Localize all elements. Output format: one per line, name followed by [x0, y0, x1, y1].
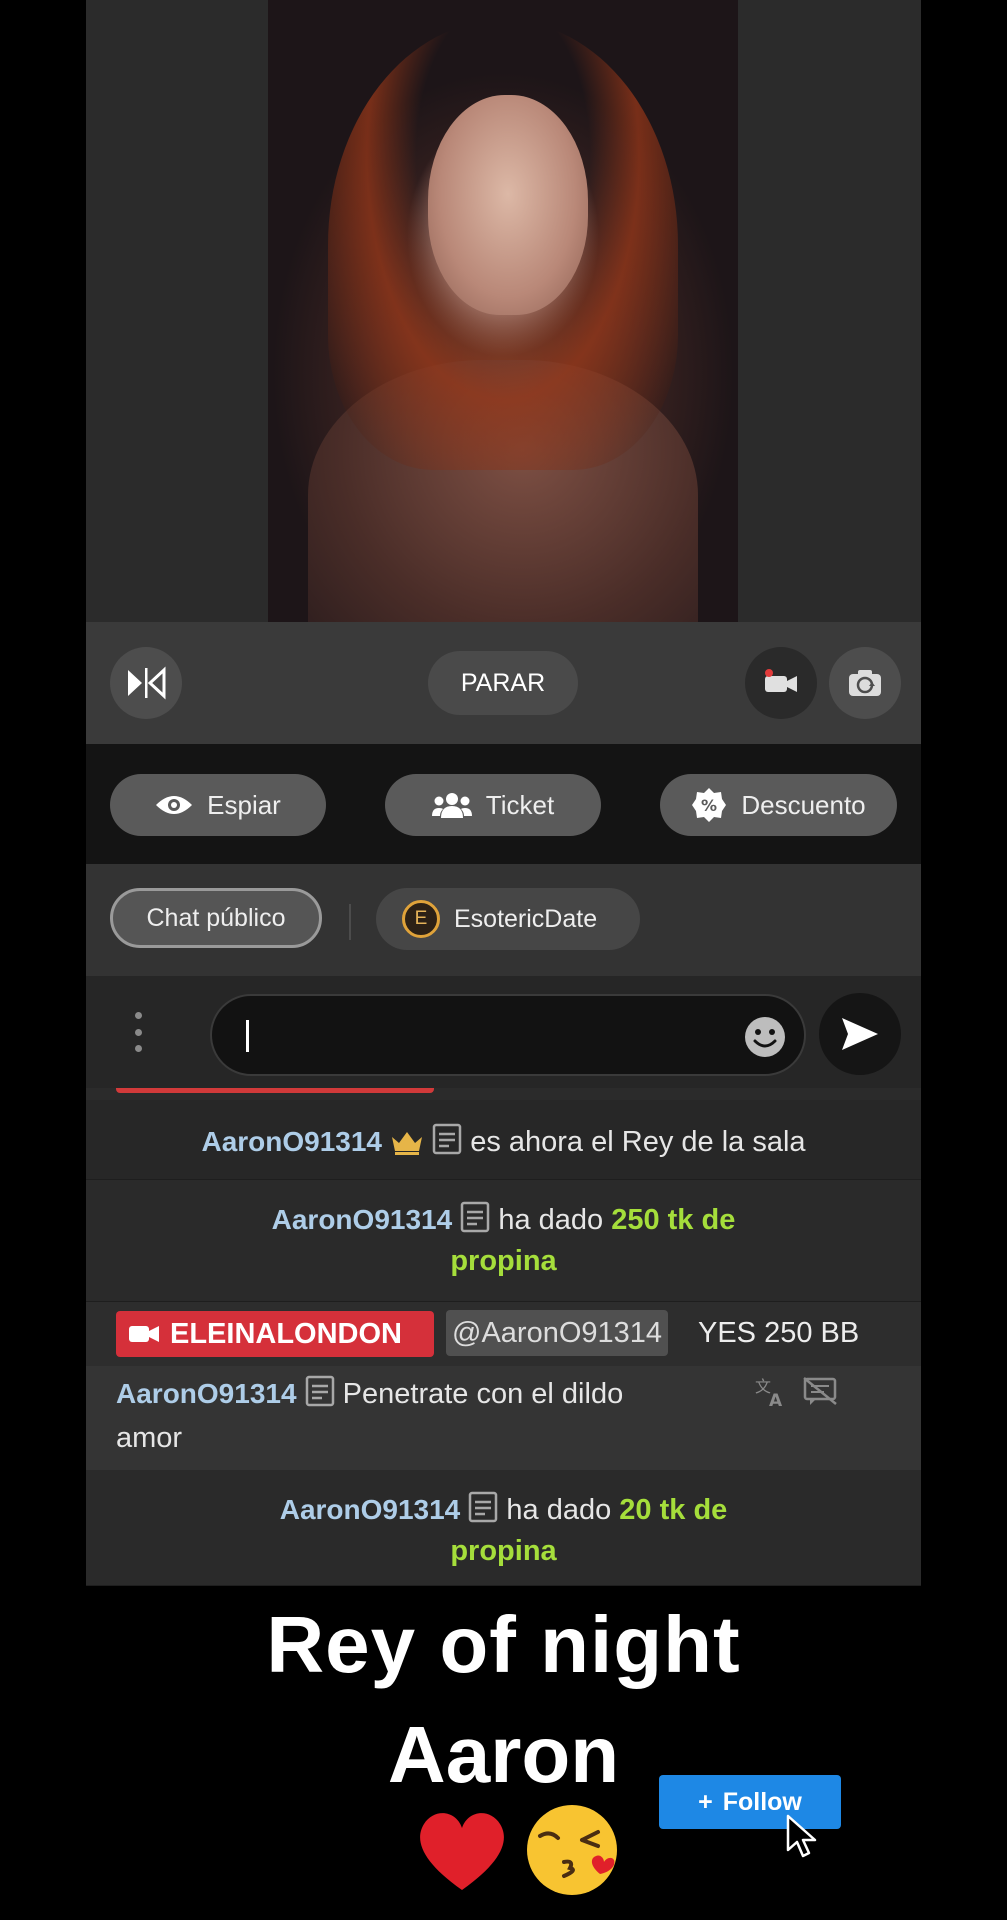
tab-divider: [349, 904, 351, 940]
camera-button[interactable]: [745, 647, 817, 719]
notes-icon[interactable]: [305, 1375, 335, 1407]
spy-label: Espiar: [207, 789, 281, 820]
heart-kiss-emoji-icon: [420, 1805, 617, 1895]
chat-tip-message: AaronO91314 ha dado 250 tk de propina: [86, 1180, 921, 1302]
chat-system-message: AaronO91314 es ahora el Rey de la sala: [86, 1100, 921, 1180]
eye-icon: [156, 796, 193, 814]
video-stream: [268, 0, 738, 622]
hide-chat-icon[interactable]: [802, 1376, 838, 1406]
spy-button[interactable]: Espiar: [110, 774, 326, 836]
chat-messages[interactable]: AaronO91314 es ahora el Rey de la sala A…: [86, 1088, 921, 1586]
caption-title: Rey of night: [266, 1600, 741, 1689]
chat-tabs: Chat público E EsotericDate: [86, 864, 921, 976]
previous-message-edge: [116, 1088, 434, 1093]
private-chat-label: EsotericDate: [454, 904, 598, 933]
video-area: [86, 0, 921, 622]
broadcast-controls: PARAR: [86, 622, 921, 744]
plus-icon: +: [698, 1787, 713, 1816]
tab-private-chat[interactable]: E EsotericDate: [376, 888, 640, 950]
model-name: ELEINALONDON: [170, 1317, 402, 1350]
notes-icon[interactable]: [432, 1123, 462, 1155]
video-camera-icon: [765, 669, 797, 692]
caption-subtitle: Aaron: [387, 1710, 620, 1799]
user-mention[interactable]: @AaronO91314: [446, 1310, 669, 1356]
stop-button[interactable]: PARAR: [428, 651, 578, 715]
group-icon: [431, 793, 472, 818]
svg-text:%: %: [701, 796, 717, 815]
chat-system-text: ha dado: [498, 1204, 604, 1236]
ticket-button[interactable]: Ticket: [385, 774, 601, 836]
tab-public-chat[interactable]: Chat público: [110, 888, 322, 948]
follow-label: Follow: [722, 1787, 802, 1816]
mirror-button[interactable]: [110, 647, 182, 719]
svg-text:A: A: [769, 1391, 783, 1408]
chat-message-text: YES 250 BB: [698, 1317, 860, 1349]
notes-icon[interactable]: [460, 1201, 490, 1233]
more-options-button[interactable]: [126, 1012, 150, 1052]
message-input[interactable]: [210, 994, 806, 1076]
chat-system-text: es ahora el Rey de la sala: [470, 1126, 806, 1158]
model-badge[interactable]: ELEINALONDON: [116, 1311, 434, 1357]
crown-icon: [392, 1132, 423, 1155]
text-caret: [246, 1020, 249, 1052]
mouse-cursor-icon: [786, 1814, 817, 1858]
chat-system-text: ha dado: [506, 1494, 612, 1526]
emoji-icon[interactable]: [744, 1016, 786, 1058]
discount-label: Descuento: [741, 789, 866, 820]
chat-username[interactable]: AaronO91314: [116, 1378, 297, 1409]
translate-icon[interactable]: 文 A: [754, 1376, 788, 1408]
camera-rotate-icon: [849, 670, 881, 696]
chat-username[interactable]: AaronO91314: [201, 1126, 382, 1157]
video-camera-icon: [129, 1326, 159, 1342]
send-button[interactable]: [819, 993, 901, 1075]
discount-badge-icon: %: [692, 788, 727, 822]
snapshot-button[interactable]: [829, 647, 901, 719]
chat-username[interactable]: AaronO91314: [272, 1204, 453, 1235]
notes-icon[interactable]: [468, 1491, 498, 1523]
avatar: E: [402, 900, 440, 938]
send-icon: [842, 1018, 878, 1050]
discount-button[interactable]: % Descuento: [660, 774, 897, 836]
chat-username[interactable]: AaronO91314: [280, 1494, 461, 1525]
chat-user-message: AaronO91314 Penetrate con el dildo amor …: [86, 1366, 921, 1470]
message-composer: [86, 976, 921, 1088]
action-bar: Espiar Ticket % Descuento: [86, 744, 921, 864]
ticket-label: Ticket: [485, 789, 555, 820]
chat-tip-message: AaronO91314 ha dado 20 tk de propina: [86, 1470, 921, 1586]
mirror-icon: [128, 666, 166, 700]
chat-model-message: ELEINALONDON @AaronO91314 YES 250 BB: [86, 1302, 921, 1366]
